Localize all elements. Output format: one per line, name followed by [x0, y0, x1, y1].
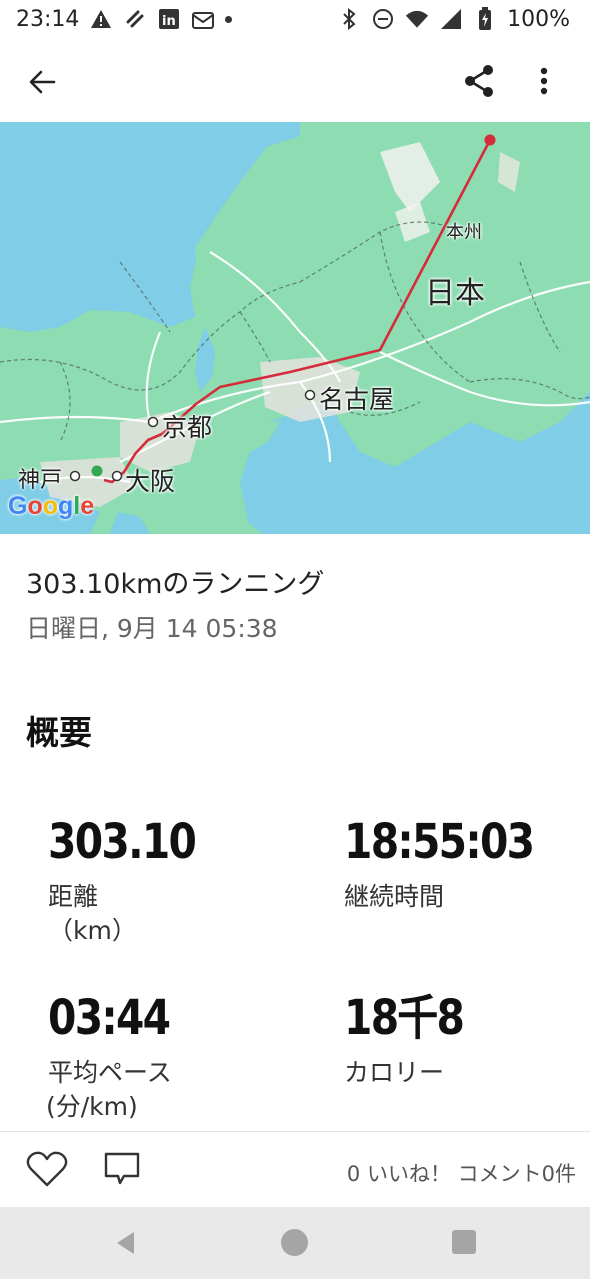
stat-duration-label: 継続時間	[344, 882, 445, 911]
map-label-honshu: 本州	[446, 222, 482, 243]
route-end-marker	[484, 134, 496, 146]
share-button[interactable]	[458, 60, 500, 102]
stat-pace: 03:44 平均ペース (分/km)	[46, 990, 191, 1124]
more-vert-icon	[540, 67, 548, 95]
battery-level: 100%	[507, 6, 570, 32]
stat-pace-unit: (分/km)	[46, 1092, 138, 1121]
nav-home-button[interactable]	[281, 1229, 308, 1256]
system-nav-bar	[0, 1207, 590, 1279]
heart-outline-icon	[26, 1151, 68, 1187]
stat-distance-value: 303.10	[48, 814, 197, 870]
battery-icon	[473, 7, 497, 31]
map-label-japan: 日本	[425, 276, 485, 311]
stat-distance: 303.10 距離 （km）	[48, 818, 221, 948]
stat-calories-value: 18千8	[344, 990, 465, 1046]
link-icon	[123, 7, 147, 31]
more-options-button[interactable]	[526, 60, 562, 102]
alert-icon	[89, 7, 113, 31]
linkedin-icon: in	[157, 7, 181, 31]
status-bar: 23:14 in 100%	[0, 0, 590, 38]
stat-pace-label: 平均ペース	[48, 1058, 172, 1087]
map-label-kyoto: 京都	[162, 413, 213, 442]
map-label-osaka: 大阪	[125, 467, 176, 496]
nav-back-button[interactable]	[112, 1229, 140, 1257]
like-button[interactable]	[26, 1150, 68, 1190]
share-icon	[465, 65, 493, 97]
social-action-bar: 0 いいね！ コメント0件	[0, 1131, 590, 1207]
google-attribution-logo: Google	[8, 492, 95, 520]
stat-calories-label: カロリー	[344, 1058, 445, 1087]
nav-back-icon	[117, 1232, 134, 1254]
back-button[interactable]	[22, 62, 62, 102]
nav-recent-button[interactable]	[452, 1230, 476, 1254]
stat-duration: 18:55:03 継続時間	[344, 818, 567, 914]
svg-text:in: in	[162, 14, 176, 29]
comment-button[interactable]	[102, 1150, 144, 1190]
arrow-back-icon	[29, 70, 56, 94]
map-label-kobe: 神戸	[18, 468, 63, 493]
status-time: 23:14	[16, 6, 80, 32]
route-start-marker	[91, 465, 103, 477]
map-label-nagoya: 名古屋	[319, 385, 395, 414]
summary-heading: 概要	[26, 713, 92, 752]
stat-distance-unit: （km）	[48, 916, 137, 945]
activity-date: 日曜日, 9月 14 05:38	[26, 614, 278, 643]
stat-pace-value: 03:44	[48, 990, 171, 1046]
mail-icon	[191, 7, 215, 31]
stat-calories: 18千8 カロリー	[344, 994, 484, 1090]
comment-icon	[104, 1152, 140, 1185]
stat-distance-label: 距離	[48, 882, 99, 911]
stat-duration-value: 18:55:03	[344, 814, 535, 870]
likes-comments-count[interactable]: 0 いいね！ コメント0件	[347, 1158, 576, 1188]
dnd-icon	[371, 7, 395, 31]
signal-icon	[439, 7, 463, 31]
app-bar	[0, 48, 590, 112]
wifi-icon	[405, 7, 429, 31]
route-map[interactable]: 本州 日本 名古屋 京都 神戸 大阪 Google	[0, 122, 590, 534]
map-canvas	[0, 122, 590, 534]
activity-title: 303.10kmのランニング	[26, 569, 325, 600]
more-notifications-icon	[225, 15, 233, 23]
bluetooth-icon	[337, 7, 361, 31]
